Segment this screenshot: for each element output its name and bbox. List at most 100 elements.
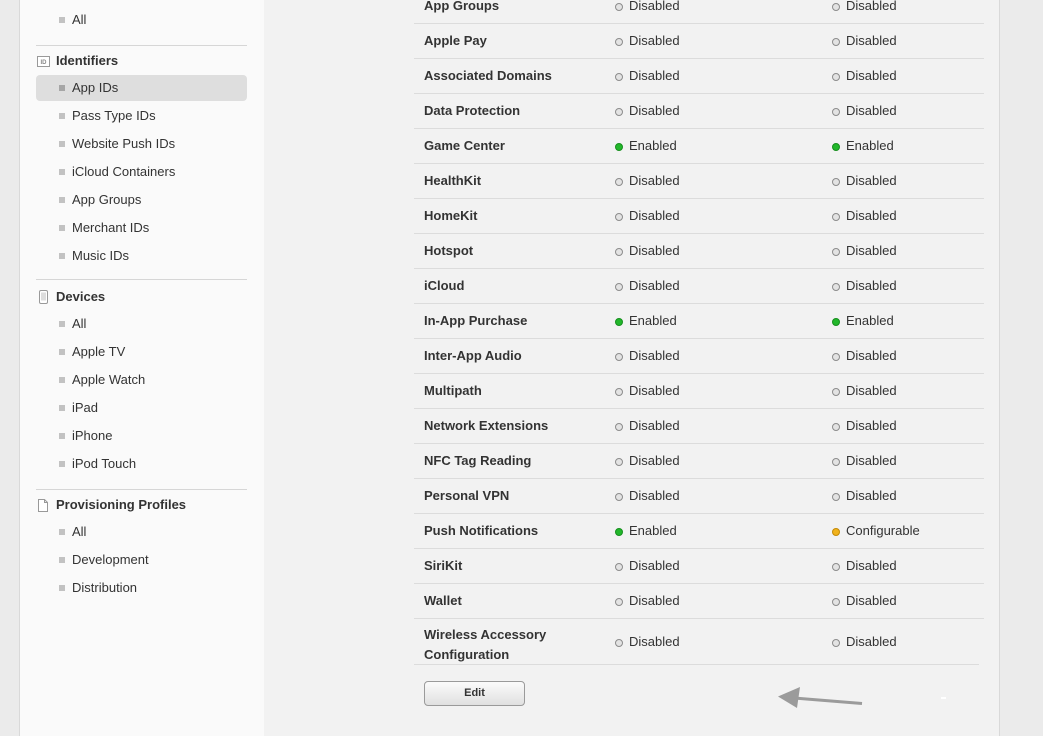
arrow-annotation: [778, 687, 863, 708]
status-label: Disabled: [846, 278, 897, 293]
status-dot-icon: [615, 388, 623, 396]
development-status: Disabled: [615, 339, 680, 373]
sidebar-item-label: App Groups: [72, 192, 142, 207]
capability-name: NFC Tag Reading: [424, 453, 532, 468]
development-status: Enabled: [615, 304, 677, 338]
sidebar-item[interactable]: Apple TV: [36, 339, 247, 365]
status-dot-icon: [832, 108, 840, 116]
distribution-status: Disabled: [832, 339, 897, 373]
document-icon: [36, 498, 50, 512]
status-label: Disabled: [846, 453, 897, 468]
bullet-icon: [59, 433, 65, 439]
sidebar-item[interactable]: All: [36, 311, 247, 337]
development-status: Disabled: [615, 584, 680, 618]
development-status: Disabled: [615, 374, 680, 408]
table-row: NFC Tag Reading Disabled Disabled: [414, 444, 984, 479]
sidebar-item-label: Apple Watch: [72, 372, 146, 387]
development-status: Disabled: [615, 199, 680, 233]
sidebar-item-label: iCloud Containers: [72, 164, 176, 179]
bullet-icon: [59, 141, 65, 147]
svg-text:ID: ID: [40, 60, 47, 66]
status-dot-icon: [832, 598, 840, 606]
bullet-icon: [59, 85, 65, 91]
status-label: Disabled: [846, 593, 897, 608]
sidebar-item[interactable]: iPad: [36, 395, 247, 421]
sidebar-item-label: Merchant IDs: [72, 220, 150, 235]
table-row: SiriKit Disabled Disabled: [414, 549, 984, 584]
status-dot-icon: [615, 108, 623, 116]
sidebar-item[interactable]: Music IDs: [36, 243, 247, 269]
distribution-status: Disabled: [832, 0, 897, 23]
status-label: Disabled: [846, 173, 897, 188]
bullet-icon: [59, 225, 65, 231]
development-status: Disabled: [615, 234, 680, 268]
identifiers-heading-label: Identifiers: [56, 53, 119, 68]
table-row: Apple Pay Disabled Disabled: [414, 24, 984, 59]
development-status: Enabled: [615, 514, 677, 548]
capability-name: App Groups: [424, 0, 500, 13]
status-dot-icon: [615, 248, 623, 256]
status-dot-icon: [832, 388, 840, 396]
capability-name: Associated Domains: [424, 68, 552, 83]
status-label: Disabled: [629, 243, 680, 258]
distribution-status: Disabled: [832, 409, 897, 443]
status-dot-icon: [615, 353, 623, 361]
distribution-status: Disabled: [832, 374, 897, 408]
sidebar-item[interactable]: Development: [36, 547, 247, 573]
status-dot-icon: [615, 178, 623, 186]
status-dot-icon: [832, 73, 840, 81]
capability-name: Inter-App Audio: [424, 348, 522, 363]
distribution-status: Configurable: [832, 514, 920, 548]
bullet-icon: [59, 17, 65, 23]
status-label: Disabled: [846, 418, 897, 433]
table-row: Associated Domains Disabled Disabled: [414, 59, 984, 94]
capability-name: Push Notifications: [424, 523, 539, 538]
capability-name: Multipath: [424, 383, 482, 398]
sidebar-item[interactable]: iPhone: [36, 423, 247, 449]
sidebar-item-label: Pass Type IDs: [72, 108, 156, 123]
sidebar-item[interactable]: Website Push IDs: [36, 131, 247, 157]
development-status: Disabled: [615, 59, 680, 93]
bullet-icon: [59, 557, 65, 563]
status-label: Disabled: [846, 0, 897, 13]
table-row: Wireless Accessory Configuration Disabled…: [414, 619, 979, 665]
sidebar-item[interactable]: iPod Touch: [36, 451, 247, 477]
status-dot-icon: [832, 639, 840, 647]
status-dot-icon: [615, 458, 623, 466]
status-dot-icon: [615, 318, 623, 326]
capability-name: Network Extensions: [424, 418, 549, 433]
status-dot-icon: [832, 178, 840, 186]
status-dot-icon: [615, 38, 623, 46]
sidebar-item-label: iPad: [72, 400, 99, 415]
status-label: Disabled: [629, 173, 680, 188]
sidebar-item[interactable]: App IDs: [36, 75, 247, 101]
status-dot-icon: [615, 639, 623, 647]
sidebar-item[interactable]: Apple Watch: [36, 367, 247, 393]
distribution-status: Disabled: [832, 549, 897, 583]
status-dot-icon: [832, 248, 840, 256]
table-row: App Groups Disabled Disabled: [414, 0, 984, 24]
sidebar-item[interactable]: All: [36, 519, 247, 545]
table-row: Network Extensions Disabled Disabled: [414, 409, 984, 444]
sidebar-item[interactable]: All: [36, 7, 247, 33]
table-row: Data Protection Disabled Disabled: [414, 94, 984, 129]
table-row: Wallet Disabled Disabled: [414, 584, 984, 619]
status-label: Disabled: [629, 103, 680, 118]
status-dot-icon: [615, 423, 623, 431]
sidebar-item[interactable]: App Groups: [36, 187, 247, 213]
distribution-status: Disabled: [832, 625, 897, 659]
status-dot-icon: [615, 598, 623, 606]
sidebar-item-label: Music IDs: [72, 248, 130, 263]
sidebar-item-label: Website Push IDs: [72, 136, 176, 151]
development-status: Disabled: [615, 479, 680, 513]
sidebar-item[interactable]: Pass Type IDs: [36, 103, 247, 129]
edit-button[interactable]: Edit: [424, 681, 525, 706]
development-status: Enabled: [615, 129, 677, 163]
table-row: HomeKit Disabled Disabled: [414, 199, 984, 234]
profiles-heading-label: Provisioning Profiles: [56, 497, 187, 512]
status-dot-icon: [832, 213, 840, 221]
sidebar-item[interactable]: iCloud Containers: [36, 159, 247, 185]
status-label: Disabled: [629, 0, 680, 13]
sidebar-item[interactable]: Distribution: [36, 575, 247, 601]
sidebar-item[interactable]: Merchant IDs: [36, 215, 247, 241]
